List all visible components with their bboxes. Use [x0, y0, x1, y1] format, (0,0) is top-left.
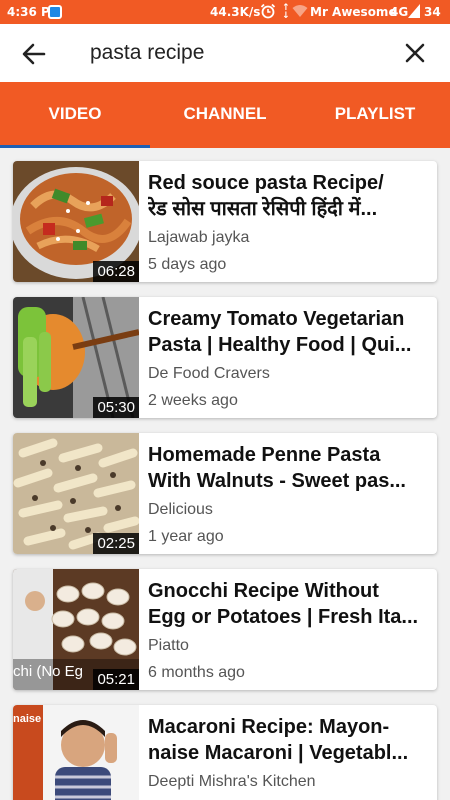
thumbnail-caption: naise — [13, 713, 42, 725]
video-channel[interactable]: Lajawab jayka — [148, 229, 249, 247]
tab-bar: VIDEO CHANNEL PLAYLIST — [0, 82, 450, 148]
video-card[interactable]: chi (No Eg 05:21 Gnocchi Recipe Without … — [13, 569, 437, 690]
search-input[interactable]: pasta recipe — [90, 41, 204, 65]
thumbnail-caption: chi (No Eg — [13, 663, 84, 680]
status-bar: 4:36 PM 44.3K/s ↑ ↓ Mr Awesome 4G 34 — [0, 0, 450, 24]
video-channel[interactable]: Deepti Mishra's Kitchen — [148, 773, 316, 791]
video-thumbnail[interactable]: 05:30 — [13, 297, 139, 418]
status-carrier: Mr Awesome — [310, 5, 397, 19]
video-thumbnail[interactable]: 02:25 — [13, 433, 139, 554]
video-card[interactable]: 05:30 Creamy Tomato Vegetarian Pasta | H… — [13, 297, 437, 418]
tab-channel[interactable]: CHANNEL — [150, 82, 300, 148]
video-age: 6 months ago — [148, 664, 245, 681]
video-thumbnail[interactable]: 06:28 — [13, 161, 139, 282]
tab-playlist[interactable]: PLAYLIST — [300, 82, 450, 148]
app-notification-icon — [48, 5, 62, 19]
video-results-list[interactable]: 06:28 Red souce pasta Recipe/ रेड सोस पा… — [0, 148, 450, 800]
wifi-icon — [292, 5, 308, 17]
video-card[interactable]: naise Macaroni Recipe: Mayon- naise Maca… — [13, 705, 437, 800]
video-title[interactable]: Gnocchi Recipe Without Egg or Potatoes |… — [148, 578, 430, 630]
status-network: 4G — [390, 5, 409, 19]
video-card[interactable]: 06:28 Red souce pasta Recipe/ रेड सोस पा… — [13, 161, 437, 282]
signal-icon — [408, 4, 420, 18]
video-channel[interactable]: Delicious — [148, 501, 213, 519]
video-duration: 05:30 — [93, 397, 139, 418]
tab-video[interactable]: VIDEO — [0, 82, 150, 148]
back-arrow-icon[interactable] — [20, 40, 48, 68]
video-title[interactable]: Homemade Penne Pasta With Walnuts - Swee… — [148, 442, 430, 494]
video-channel[interactable]: Piatto — [148, 637, 189, 655]
video-card[interactable]: 02:25 Homemade Penne Pasta With Walnuts … — [13, 433, 437, 554]
video-thumbnail[interactable]: chi (No Eg 05:21 — [13, 569, 139, 690]
video-duration: 05:21 — [93, 669, 139, 690]
video-age: 2 weeks ago — [148, 392, 238, 409]
battery-icon: 34 — [424, 5, 441, 19]
data-arrows-icon: ↑ ↓ — [282, 3, 290, 21]
search-bar: pasta recipe — [0, 24, 450, 82]
video-title[interactable]: Macaroni Recipe: Mayon- naise Macaroni |… — [148, 714, 430, 766]
close-icon[interactable] — [402, 40, 428, 66]
video-age: 5 days ago — [148, 256, 227, 273]
status-speed: 44.3K/s — [210, 5, 261, 19]
alarm-icon — [260, 3, 276, 19]
video-duration: 06:28 — [93, 261, 139, 282]
video-channel[interactable]: De Food Cravers — [148, 365, 270, 383]
video-thumbnail[interactable]: naise — [13, 705, 139, 800]
video-title[interactable]: Red souce pasta Recipe/ रेड सोस पासता रे… — [148, 170, 430, 222]
video-title[interactable]: Creamy Tomato Vegetarian Pasta | Healthy… — [148, 306, 430, 358]
video-duration: 02:25 — [93, 533, 139, 554]
video-age: 1 year ago — [148, 528, 224, 545]
